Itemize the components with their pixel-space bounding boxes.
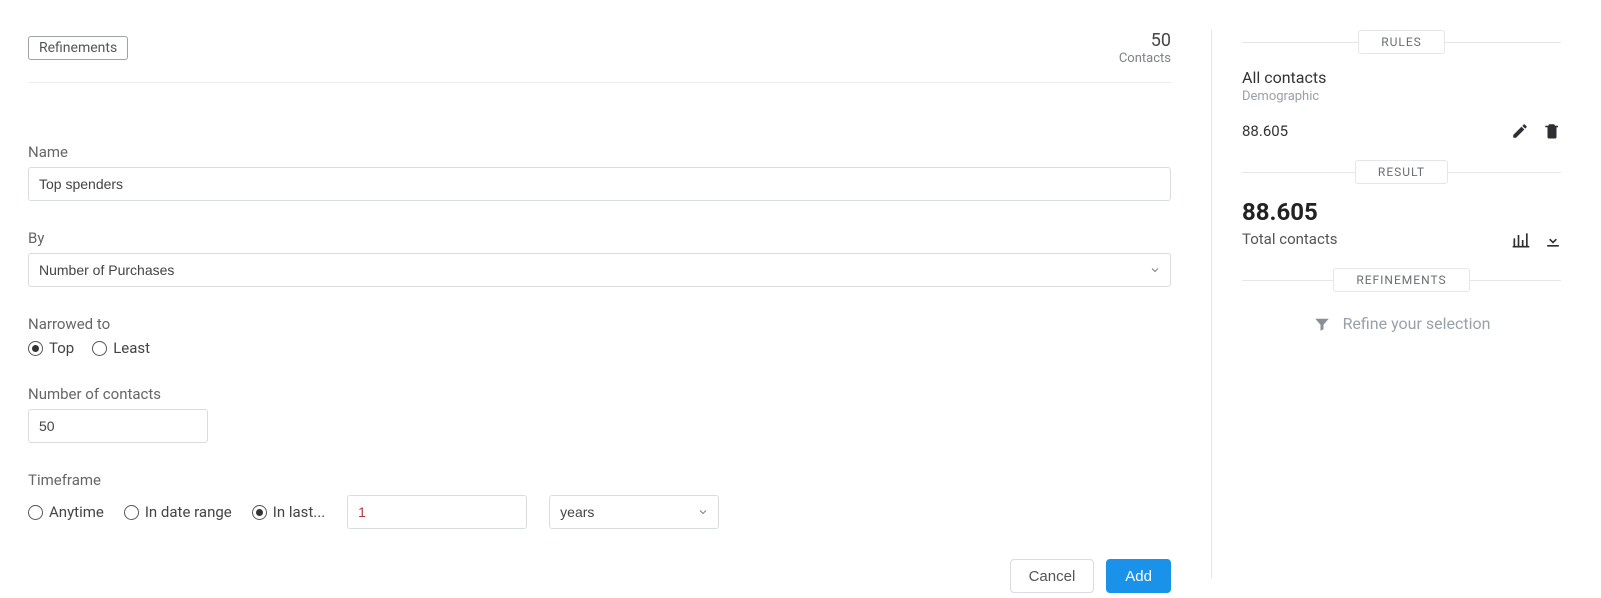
contacts-count: 50 xyxy=(1119,30,1171,51)
timeframe-label: Timeframe xyxy=(28,471,1171,489)
rules-pill: RULES xyxy=(1358,30,1445,54)
num-contacts-label: Number of contacts xyxy=(28,385,1171,403)
by-select[interactable] xyxy=(28,253,1171,287)
rule-count: 88.605 xyxy=(1242,122,1288,140)
refinements-pill: REFINEMENTS xyxy=(1333,268,1469,292)
filter-icon xyxy=(1313,315,1331,333)
contacts-label: Contacts xyxy=(1119,51,1171,66)
result-section-header: RESULT xyxy=(1242,160,1561,184)
radio-in-date-range[interactable]: In date range xyxy=(124,503,232,521)
result-pill: RESULT xyxy=(1355,160,1448,184)
by-label: By xyxy=(28,229,1171,247)
chart-icon[interactable] xyxy=(1511,230,1529,248)
cancel-button[interactable]: Cancel xyxy=(1010,559,1095,593)
refine-hint-text: Refine your selection xyxy=(1343,314,1491,333)
trash-icon[interactable] xyxy=(1543,122,1561,140)
download-icon[interactable] xyxy=(1543,230,1561,248)
inlast-unit-select[interactable] xyxy=(549,495,719,529)
inlast-value-input[interactable] xyxy=(347,495,527,529)
radio-in-last[interactable]: In last... xyxy=(252,503,325,521)
rule-subtitle: Demographic xyxy=(1242,89,1561,104)
result-label: Total contacts xyxy=(1242,230,1337,248)
radio-least[interactable]: Least xyxy=(92,339,150,357)
radio-icon xyxy=(92,341,107,356)
radio-icon xyxy=(28,505,43,520)
radio-top-label: Top xyxy=(49,339,74,357)
refine-hint: Refine your selection xyxy=(1242,314,1561,333)
radio-icon xyxy=(28,341,43,356)
radio-icon xyxy=(252,505,267,520)
radio-icon xyxy=(124,505,139,520)
radio-top[interactable]: Top xyxy=(28,339,74,357)
pencil-icon[interactable] xyxy=(1511,122,1529,140)
refinements-section-header: REFINEMENTS xyxy=(1242,268,1561,292)
radio-anytime-label: Anytime xyxy=(49,503,104,521)
contacts-summary: 50 Contacts xyxy=(1119,30,1171,66)
narrowed-label: Narrowed to xyxy=(28,315,1171,333)
add-button[interactable]: Add xyxy=(1106,559,1171,593)
name-label: Name xyxy=(28,143,1171,161)
num-contacts-input[interactable] xyxy=(28,409,208,443)
name-input[interactable] xyxy=(28,167,1171,201)
radio-anytime[interactable]: Anytime xyxy=(28,503,104,521)
rule-title: All contacts xyxy=(1242,68,1561,87)
radio-least-label: Least xyxy=(113,339,150,357)
radio-range-label: In date range xyxy=(145,503,232,521)
rules-section-header: RULES xyxy=(1242,30,1561,54)
result-count: 88.605 xyxy=(1242,198,1337,226)
radio-inlast-label: In last... xyxy=(273,503,325,521)
refinements-tag: Refinements xyxy=(28,36,128,60)
